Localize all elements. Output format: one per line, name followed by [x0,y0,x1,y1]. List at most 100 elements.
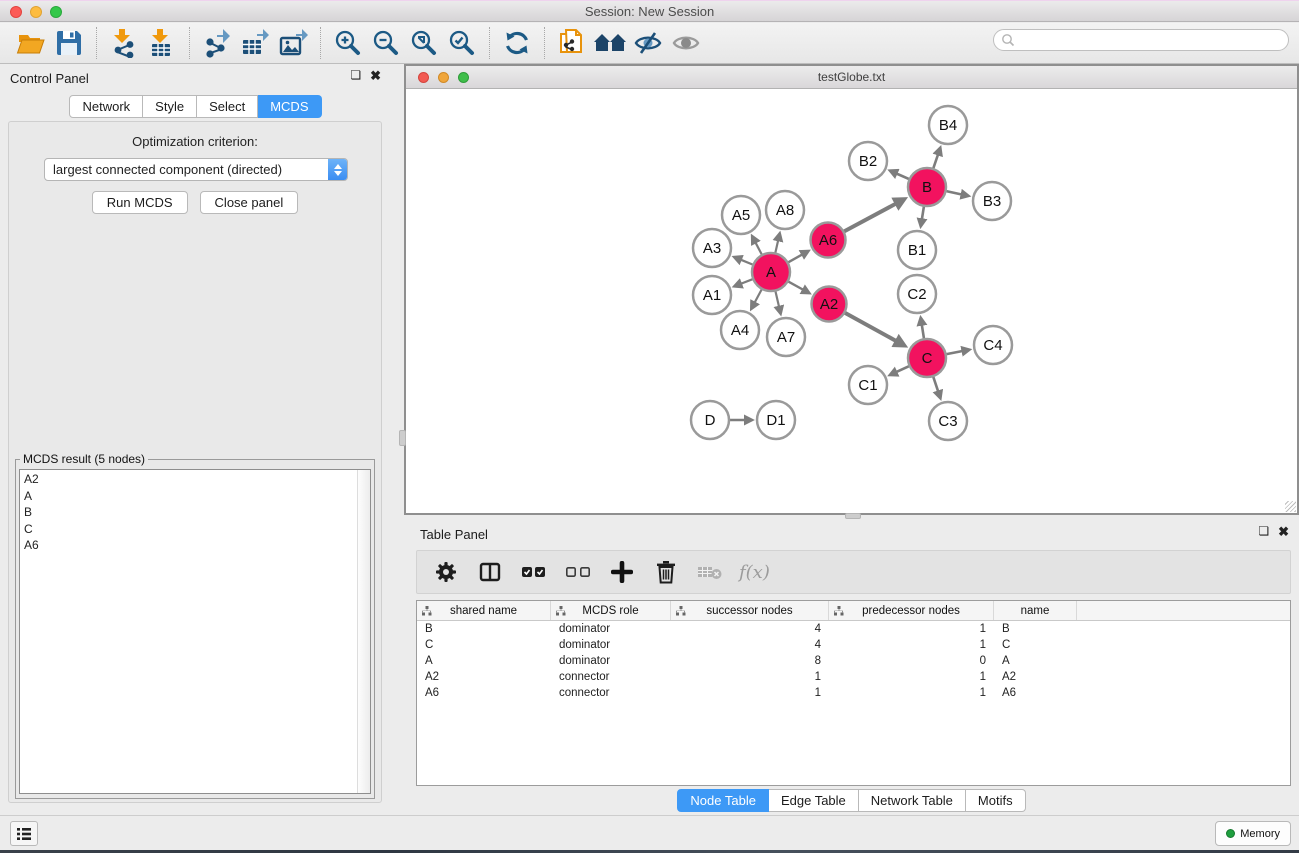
column-header-predecessor-nodes[interactable]: predecessor nodes [829,601,994,620]
column-header-name[interactable]: name [994,601,1077,620]
mcds-result-item[interactable]: A [20,488,356,505]
resize-grip-icon[interactable] [1285,501,1296,512]
table-row[interactable]: Cdominator41C [417,637,1290,653]
graph-node-A8[interactable]: A8 [766,191,804,229]
graph-edge-A-A4 [755,288,763,303]
control-panel-tabs: Network Style Select MCDS [0,95,391,118]
tab-edge-table[interactable]: Edge Table [769,789,859,812]
zoom-fit-icon[interactable] [405,26,443,60]
graph-node-A7[interactable]: A7 [767,318,805,356]
mcds-result-list[interactable]: A2ABCA6 [19,469,371,794]
function-builder-icon[interactable]: f(x) [739,562,770,583]
graph-node-C4[interactable]: C4 [974,326,1012,364]
minimize-window-icon[interactable] [30,6,42,18]
search-field[interactable] [993,29,1289,51]
graph-node-C1[interactable]: C1 [849,366,887,404]
tab-style[interactable]: Style [143,95,197,118]
graph-node-A6[interactable]: A6 [811,223,846,258]
close-panel-icon[interactable]: ✖ [370,68,381,84]
graph-node-C2[interactable]: C2 [898,275,936,313]
run-mcds-button[interactable]: Run MCDS [92,191,188,214]
export-network-icon[interactable] [198,26,236,60]
horizontal-splitter-handle[interactable] [845,513,861,519]
graph-node-A2[interactable]: A2 [812,287,847,322]
export-image-icon[interactable] [274,26,312,60]
column-header-successor-nodes[interactable]: successor nodes [671,601,829,620]
table-row[interactable]: A6connector11A6 [417,685,1290,701]
graph-node-C[interactable]: C [908,339,946,377]
tab-network-table[interactable]: Network Table [859,789,966,812]
tab-motifs[interactable]: Motifs [966,789,1026,812]
memory-button[interactable]: Memory [1215,821,1291,846]
graph-node-B4[interactable]: B4 [929,106,967,144]
tab-mcds[interactable]: MCDS [258,95,321,118]
export-table-icon[interactable] [236,26,274,60]
network-canvas[interactable]: B4 B2 B B3 A8A5 A6 A3 B1 A C2 A1 A2 A4A7 C4 C C1 C3 D D1 [406,90,1297,513]
float-panel-icon[interactable]: ❏ [350,68,361,84]
criterion-dropdown[interactable]: largest connected component (directed) [44,158,348,181]
graph-node-A3[interactable]: A3 [693,229,731,267]
table-cell: B [417,623,551,635]
criterion-value: largest connected component (directed) [45,162,328,177]
table-cell: dominator [551,639,671,651]
mcds-result-item[interactable]: C [20,521,356,538]
close-panel-button[interactable]: Close panel [200,191,299,214]
task-history-button[interactable] [10,821,38,846]
open-session-icon[interactable] [12,26,50,60]
mcds-result-item[interactable]: B [20,504,356,521]
tab-network[interactable]: Network [69,95,143,118]
vertical-splitter-handle[interactable] [399,430,406,446]
delete-column-icon[interactable] [651,557,681,587]
add-column-icon[interactable] [607,557,637,587]
import-table-icon[interactable] [143,26,181,60]
tab-select[interactable]: Select [197,95,258,118]
minimize-network-icon[interactable] [438,72,449,83]
graph-node-A1[interactable]: A1 [693,276,731,314]
delete-table-icon[interactable] [695,557,725,587]
graph-node-B[interactable]: B [908,168,946,206]
graph-node-A5[interactable]: A5 [722,196,760,234]
table-row[interactable]: A2connector11A2 [417,669,1290,685]
table-row[interactable]: Bdominator41B [417,621,1290,637]
network-graph: B4 B2 B B3 A8A5 A6 A3 B1 A C2 A1 A2 A4A7 C4 C C1 C3 D D1 [406,90,1297,513]
close-network-icon[interactable] [418,72,429,83]
mcds-list-scrollbar[interactable] [357,470,370,793]
graph-node-B3[interactable]: B3 [973,182,1011,220]
close-table-panel-icon[interactable]: ✖ [1278,524,1289,540]
graph-node-D[interactable]: D [691,401,729,439]
hide-panel-icon[interactable] [629,26,667,60]
mcds-result-item[interactable]: A2 [20,471,356,488]
column-header-shared-name[interactable]: shared name [417,601,551,620]
close-window-icon[interactable] [10,6,22,18]
zoom-network-icon[interactable] [458,72,469,83]
zoom-selected-icon[interactable] [443,26,481,60]
table-row[interactable]: Adominator80A [417,653,1290,669]
home-icon[interactable] [591,26,629,60]
column-header-MCDS-role[interactable]: MCDS role [551,601,671,620]
zoom-out-icon[interactable] [367,26,405,60]
duplicate-network-icon[interactable] [553,26,591,60]
refresh-icon[interactable] [498,26,536,60]
deselect-all-icon[interactable] [563,557,593,587]
search-input[interactable] [1015,31,1288,49]
zoom-in-icon[interactable] [329,26,367,60]
show-panel-icon[interactable] [667,26,705,60]
graph-node-A4[interactable]: A4 [721,311,759,349]
zoom-window-icon[interactable] [50,6,62,18]
graph-node-D1[interactable]: D1 [757,401,795,439]
tab-node-table[interactable]: Node Table [677,789,769,812]
graph-node-B2[interactable]: B2 [849,142,887,180]
import-network-icon[interactable] [105,26,143,60]
select-all-icon[interactable] [519,557,549,587]
mcds-result-item[interactable]: A6 [20,537,356,554]
table-toolbar: f(x) [416,550,1291,594]
graph-node-A[interactable]: A [752,253,790,291]
column-view-icon[interactable] [475,557,505,587]
float-table-panel-icon[interactable]: ❏ [1258,524,1269,540]
save-session-icon[interactable] [50,26,88,60]
network-window-titlebar[interactable]: testGlobe.txt [406,66,1297,89]
optimization-criterion-label: Optimization criterion: [9,134,381,149]
graph-node-C3[interactable]: C3 [929,402,967,440]
settings-gear-icon[interactable] [431,557,461,587]
graph-node-B1[interactable]: B1 [898,231,936,269]
